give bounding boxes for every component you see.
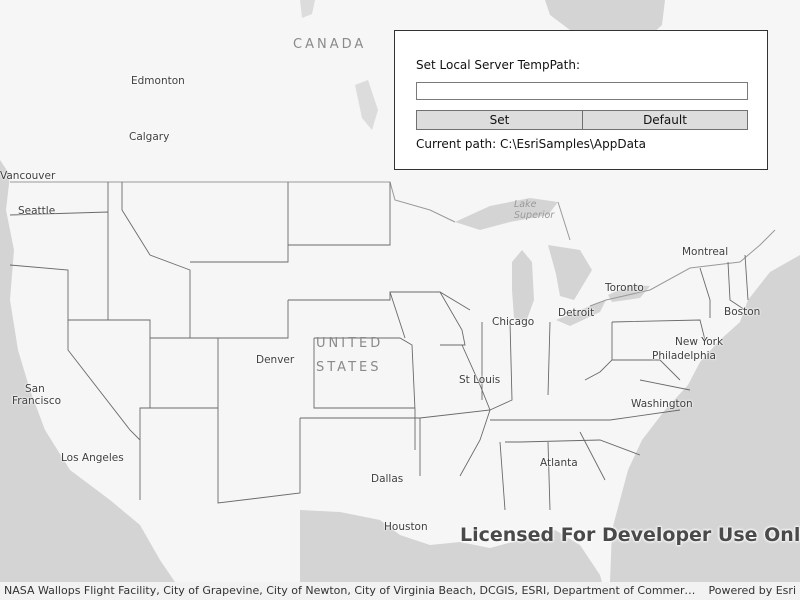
city-label-denver: Denver (256, 354, 295, 366)
country-label-canada: CANADA (293, 37, 367, 52)
city-label-philadelphia: Philadelphia (652, 350, 716, 362)
current-path-text: Current path: C:\EsriSamples\AppData (416, 137, 646, 151)
default-button[interactable]: Default (582, 110, 748, 130)
city-label-montreal: Montreal (682, 246, 729, 258)
city-label-washington: Washington (631, 398, 693, 410)
city-label-edmonton: Edmonton (131, 75, 185, 87)
city-label-toronto: Toronto (605, 282, 644, 294)
city-label-atlanta: Atlanta (540, 457, 578, 469)
city-label-calgary: Calgary (129, 131, 170, 143)
city-label-los-angeles: Los Angeles (61, 452, 124, 464)
city-label-st-louis: St Louis (459, 374, 501, 386)
city-label-boston: Boston (724, 306, 761, 318)
city-label-san: San (25, 383, 45, 395)
water-label-lake: Lake (514, 199, 537, 210)
temp-path-panel: Set Local Server TempPath: Set Default C… (394, 30, 768, 170)
country-label-states: STATES (316, 360, 382, 375)
attribution-text: NASA Wallops Flight Facility, City of Gr… (4, 584, 700, 597)
city-label-detroit: Detroit (558, 307, 595, 319)
city-label-houston: Houston (384, 521, 428, 533)
powered-by-esri[interactable]: Powered by Esri (708, 582, 796, 600)
city-label-new-york: New York (675, 336, 724, 348)
city-label-francisco: Francisco (12, 395, 62, 407)
country-label-united: UNITED (316, 336, 384, 351)
license-watermark: Licensed For Developer Use Only (460, 524, 800, 546)
temp-path-prompt: Set Local Server TempPath: (416, 58, 580, 72)
city-label-chicago: Chicago (492, 316, 535, 328)
city-label-vancouver: Vancouver (0, 170, 56, 182)
city-label-seattle: Seattle (18, 205, 56, 217)
attribution-bar: NASA Wallops Flight Facility, City of Gr… (0, 582, 800, 600)
water-label-superior: Superior (514, 210, 555, 221)
set-button[interactable]: Set (416, 110, 583, 130)
temp-path-input[interactable] (416, 82, 748, 100)
city-label-dallas: Dallas (371, 473, 404, 485)
